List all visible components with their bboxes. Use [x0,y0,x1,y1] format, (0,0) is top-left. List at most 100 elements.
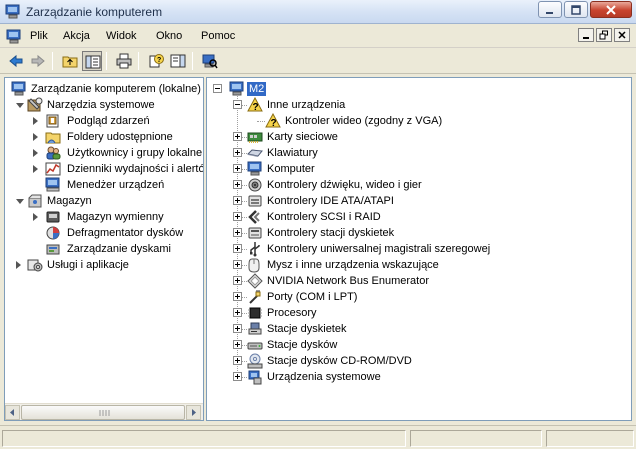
system-device-icon [248,370,262,385]
expand-icon[interactable] [233,276,242,285]
tree-item-label: Narzędzia systemowe [47,99,155,111]
device-category[interactable]: ? Inne urządzenia [207,97,627,113]
device-category-label: Inne urządzenia [267,99,346,111]
device-category[interactable]: Klawiatury [207,145,627,161]
device-category[interactable]: Kontrolery dźwięku, wideo i gier [207,177,627,193]
device-category[interactable]: Kontrolery uniwersalnej magistrali szere… [207,241,627,257]
scan-hardware-button[interactable] [200,51,220,71]
tree-item-child[interactable]: Magazyn wymienny [5,209,203,225]
ide-controller-icon [248,195,262,207]
restore-icon [599,30,608,40]
print-button[interactable] [114,51,134,71]
scrollbar-thumb[interactable] [21,405,185,420]
tree-item-child[interactable]: Dzienniki wydajności i alertów [5,161,203,177]
expand-icon[interactable] [233,212,242,221]
device-category[interactable]: NVIDIA Network Bus Enumerator [207,273,627,289]
expand-icon[interactable] [233,180,242,189]
expand-icon[interactable] [233,196,242,205]
device-category[interactable]: Procesory [207,305,627,321]
tree-item-child[interactable]: Defragmentator dysków [5,225,203,241]
computer-icon [11,81,26,96]
child-restore-button[interactable] [596,28,612,42]
show-hide-tree-button[interactable] [82,51,102,71]
collapse-arrow-icon[interactable] [16,103,24,108]
tree-item-label: Usługi i aplikacje [47,259,129,271]
forward-button[interactable] [28,51,48,71]
tree-item-label: Menedżer urządzeń [67,179,165,191]
menu-akcja[interactable]: Akcja [63,30,90,42]
device-category[interactable]: Komputer [207,161,627,177]
expand-icon[interactable] [233,308,242,317]
expand-icon[interactable] [233,148,242,157]
menu-widok[interactable]: Widok [106,30,137,42]
expand-icon[interactable] [233,356,242,365]
expand-icon[interactable] [233,292,242,301]
usb-icon [250,242,260,257]
status-cell-3 [546,430,634,447]
menu-okno[interactable]: Okno [156,30,182,42]
expand-icon[interactable] [233,132,242,141]
up-one-level-button[interactable] [60,51,80,71]
expand-arrow-icon[interactable] [33,213,38,221]
collapse-icon[interactable] [213,84,222,93]
expand-arrow-icon[interactable] [33,117,38,125]
back-button[interactable] [6,51,26,71]
tree-item-label: Zarządzanie komputerem (lokalne) [31,83,201,95]
device-category[interactable]: Porty (COM i LPT) [207,289,627,305]
expand-icon[interactable] [233,260,242,269]
expand-icon[interactable] [233,372,242,381]
expand-icon[interactable] [233,324,242,333]
device-tree-pane[interactable]: M2? Inne urządzenia? Kontroler wideo (zgod… [206,77,632,421]
tree-item-group[interactable]: Usługi i aplikacje [5,257,203,273]
device-category-label: Komputer [267,163,315,175]
menu-pomoc[interactable]: Pomoc [201,30,235,42]
expand-icon[interactable] [233,244,242,253]
tree-item-root[interactable]: Zarządzanie komputerem (lokalne) [5,81,203,97]
expand-arrow-icon[interactable] [16,261,21,269]
expand-arrow-icon[interactable] [33,165,38,173]
expand-arrow-icon[interactable] [33,133,38,141]
help-button[interactable]: ? [146,51,166,71]
device-category[interactable]: Stacje dysków [207,337,627,353]
tree-item-child[interactable]: Foldery udostępnione [5,129,203,145]
scroll-left-button[interactable] [5,405,20,420]
collapse-icon[interactable] [233,100,242,109]
tree-item-child[interactable]: Użytkownicy i grupy lokalne [5,145,203,161]
device-category[interactable]: Karty sieciowe [207,129,627,145]
console-tree-pane[interactable]: Zarządzanie komputerem (lokalne) Narzędzi… [4,77,204,421]
device-category[interactable]: Kontrolery stacji dyskietek [207,225,627,241]
expand-icon[interactable] [233,228,242,237]
child-close-button[interactable] [614,28,630,42]
child-minimize-button[interactable] [578,28,594,42]
device-category[interactable]: Urządzenia systemowe [207,369,627,385]
scroll-right-button[interactable] [186,405,201,420]
storage-icon [28,194,42,208]
toolbar-separator [106,52,107,70]
device-category[interactable]: Stacje dysków CD-ROM/DVD [207,353,627,369]
minimize-button[interactable] [538,1,562,18]
device-category[interactable]: Kontrolery SCSI i RAID [207,209,627,225]
tree-item-child[interactable]: Podgląd zdarzeń [5,113,203,129]
menu-plik[interactable]: Plik [30,30,48,42]
device-tree-root[interactable]: M2 [207,81,627,97]
device-category-label: Kontrolery SCSI i RAID [267,211,381,223]
maximize-button[interactable] [564,1,588,18]
disk-management-icon [46,244,60,255]
expand-icon[interactable] [233,164,242,173]
expand-arrow-icon[interactable] [33,149,38,157]
device-category[interactable]: Stacje dyskietek [207,321,627,337]
expand-icon[interactable] [233,340,242,349]
device-category[interactable]: Kontrolery IDE ATA/ATAPI [207,193,627,209]
tree-item-child[interactable]: Menedżer urządzeń [5,177,203,193]
close-button[interactable] [590,1,632,18]
performance-icon [45,162,61,176]
show-hide-action-pane-button[interactable] [168,51,188,71]
tree-item-child[interactable]: Zarządzanie dyskami [5,241,203,257]
computer-management-icon [5,4,20,19]
device-category[interactable]: Mysz i inne urządzenia wskazujące [207,257,627,273]
device-item[interactable]: ? Kontroler wideo (zgodny z VGA) [207,113,627,129]
horizontal-scrollbar[interactable] [5,403,203,420]
tree-item-group[interactable]: Narzędzia systemowe [5,97,203,113]
tree-item-group[interactable]: Magazyn [5,193,203,209]
collapse-arrow-icon[interactable] [16,199,24,204]
